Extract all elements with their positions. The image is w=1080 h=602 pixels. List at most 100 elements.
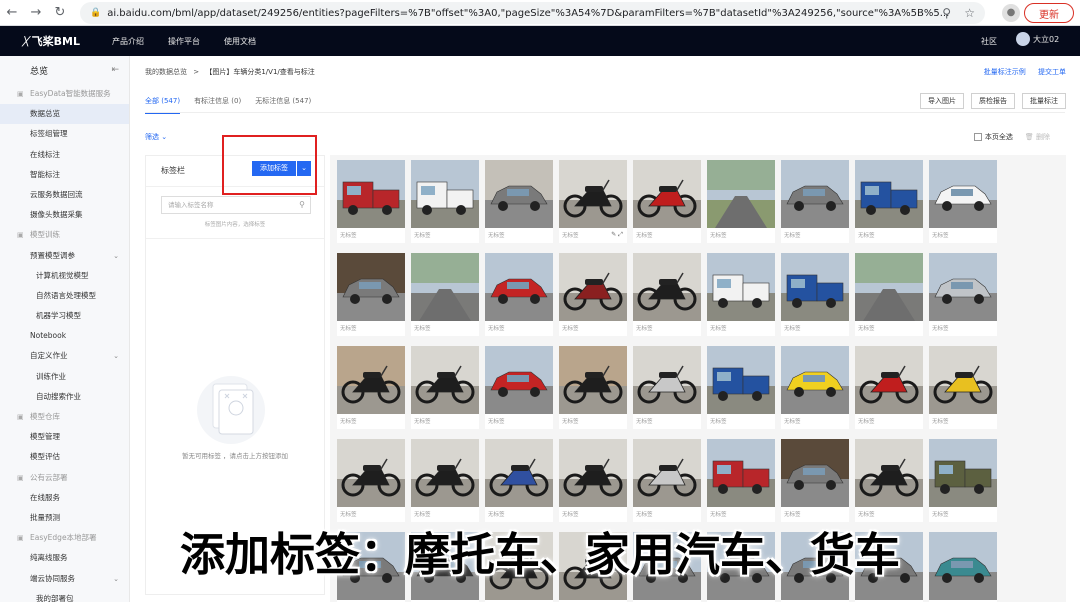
image-card[interactable]: 无标签	[633, 160, 701, 243]
image-card[interactable]: 无标签	[411, 439, 479, 522]
image-thumbnail[interactable]	[929, 439, 997, 507]
image-card[interactable]: 无标签	[929, 253, 997, 336]
image-thumbnail[interactable]	[707, 346, 775, 414]
image-card[interactable]: 无标签	[855, 253, 923, 336]
image-card[interactable]: 无标签	[633, 253, 701, 336]
sidebar-item[interactable]: 在线服务	[0, 488, 129, 508]
sidebar-item[interactable]: 自动搜索作业	[0, 387, 129, 407]
forward-icon[interactable]: →	[24, 5, 48, 20]
image-thumbnail[interactable]	[633, 253, 701, 321]
image-card[interactable]: 无标签	[929, 439, 997, 522]
image-thumbnail[interactable]	[855, 346, 923, 414]
sidebar-item[interactable]: Notebook	[0, 326, 129, 346]
image-thumbnail[interactable]	[337, 346, 405, 414]
reload-icon[interactable]: ↻	[48, 5, 72, 20]
sidebar-group-header[interactable]: ▣ 模型训练	[0, 225, 129, 245]
image-card[interactable]: 无标签	[855, 160, 923, 243]
image-card[interactable]: 无标签	[485, 346, 553, 429]
image-card[interactable]: 无标签	[781, 160, 849, 243]
image-thumbnail[interactable]	[337, 439, 405, 507]
image-card[interactable]: 无标签	[855, 346, 923, 429]
lock-icon[interactable]: 🔒	[90, 8, 101, 18]
sidebar-item[interactable]: 我的部署包	[0, 589, 129, 602]
image-thumbnail[interactable]	[707, 439, 775, 507]
import-images-button[interactable]: 导入图片	[920, 93, 964, 109]
image-thumbnail[interactable]	[337, 160, 405, 228]
image-thumbnail[interactable]	[855, 160, 923, 228]
image-thumbnail[interactable]	[855, 439, 923, 507]
image-card[interactable]: 无标签 ✎ ⤢	[559, 160, 627, 243]
image-thumbnail[interactable]	[337, 253, 405, 321]
menu-docs[interactable]: 使用文档	[224, 36, 256, 47]
filter-dropdown[interactable]: 筛选 ⌄	[145, 132, 167, 142]
collapse-sidebar-icon[interactable]: ⇤	[111, 65, 119, 75]
address-bar[interactable]: 🔒 ai.baidu.com/bml/app/dataset/249256/en…	[80, 2, 985, 24]
sidebar-item[interactable]: 标签组管理	[0, 124, 129, 144]
image-thumbnail[interactable]	[633, 346, 701, 414]
image-card[interactable]: 无标签	[559, 253, 627, 336]
image-thumbnail[interactable]	[929, 160, 997, 228]
sidebar-group-header[interactable]: ▣ EasyData智能数据服务	[0, 84, 129, 104]
update-button[interactable]: 更新	[1024, 3, 1074, 23]
select-all-checkbox[interactable]	[973, 133, 982, 141]
label-search-input[interactable]: 请输入标签名称 ⚲	[161, 196, 311, 214]
image-thumbnail[interactable]	[781, 346, 849, 414]
sidebar-item[interactable]: 训练作业	[0, 367, 129, 387]
image-card[interactable]: 无标签	[633, 346, 701, 429]
sidebar-item[interactable]: 自然语言处理模型	[0, 286, 129, 306]
sidebar-item[interactable]: 在线标注	[0, 145, 129, 165]
image-thumbnail[interactable]	[485, 439, 553, 507]
profile-avatar-icon[interactable]: ●	[1002, 4, 1020, 22]
back-icon[interactable]: ←	[0, 5, 24, 20]
image-thumbnail[interactable]	[559, 160, 627, 228]
sidebar-item[interactable]: 模型管理	[0, 427, 129, 447]
image-card[interactable]: 无标签	[707, 439, 775, 522]
image-thumbnail[interactable]	[411, 253, 479, 321]
image-thumbnail[interactable]	[781, 253, 849, 321]
zoom-icon[interactable]: ⚲	[942, 6, 951, 20]
sidebar-group-header[interactable]: ▣ 公有云部署	[0, 468, 129, 488]
sidebar-item[interactable]: 机器学习模型	[0, 306, 129, 326]
user-menu[interactable]: 大立02	[1016, 32, 1059, 46]
image-card[interactable]: 无标签	[337, 346, 405, 429]
image-card[interactable]: 无标签	[411, 160, 479, 243]
image-thumbnail[interactable]	[929, 253, 997, 321]
image-thumbnail[interactable]	[485, 160, 553, 228]
sidebar-item[interactable]: 计算机视觉模型	[0, 266, 129, 286]
image-thumbnail[interactable]	[485, 346, 553, 414]
image-thumbnail[interactable]	[781, 439, 849, 507]
image-thumbnail[interactable]	[855, 253, 923, 321]
image-card[interactable]: 无标签	[707, 160, 775, 243]
menu-platform[interactable]: 操作平台	[168, 36, 200, 47]
breadcrumb-root[interactable]: 我的数据总览	[145, 68, 187, 76]
search-icon[interactable]: ⚲	[299, 197, 305, 213]
image-card[interactable]: 无标签	[559, 346, 627, 429]
image-card[interactable]: 无标签	[485, 439, 553, 522]
edit-fullscreen-icon[interactable]: ✎ ⤢	[611, 231, 623, 239]
bml-logo[interactable]: ᚷ 飞桨BML	[22, 26, 80, 56]
image-card[interactable]: 无标签	[633, 439, 701, 522]
sidebar-item[interactable]: 智能标注	[0, 165, 129, 185]
menu-product-intro[interactable]: 产品介绍	[112, 36, 144, 47]
image-card[interactable]: 无标签	[781, 253, 849, 336]
delete-button[interactable]: 🗑 删除	[1025, 132, 1050, 142]
image-card[interactable]: 无标签	[411, 346, 479, 429]
batch-label-example-link[interactable]: 批量标注示例	[984, 68, 1026, 76]
image-card[interactable]: 无标签	[929, 160, 997, 243]
image-thumbnail[interactable]	[633, 160, 701, 228]
image-thumbnail[interactable]	[707, 253, 775, 321]
image-card[interactable]: 无标签	[707, 253, 775, 336]
image-thumbnail[interactable]	[707, 160, 775, 228]
image-card[interactable]: 无标签	[337, 439, 405, 522]
bookmark-star-icon[interactable]: ☆	[964, 6, 975, 20]
url-text[interactable]: ai.baidu.com/bml/app/dataset/249256/enti…	[107, 8, 957, 19]
image-thumbnail[interactable]	[929, 346, 997, 414]
sidebar-item[interactable]: 自定义作业 ⌄	[0, 346, 129, 366]
image-card[interactable]: 无标签	[707, 346, 775, 429]
image-card[interactable]: 无标签	[559, 439, 627, 522]
image-thumbnail[interactable]	[559, 439, 627, 507]
image-thumbnail[interactable]	[411, 160, 479, 228]
image-thumbnail[interactable]	[781, 160, 849, 228]
image-thumbnail[interactable]	[485, 253, 553, 321]
image-card[interactable]: 无标签	[855, 439, 923, 522]
